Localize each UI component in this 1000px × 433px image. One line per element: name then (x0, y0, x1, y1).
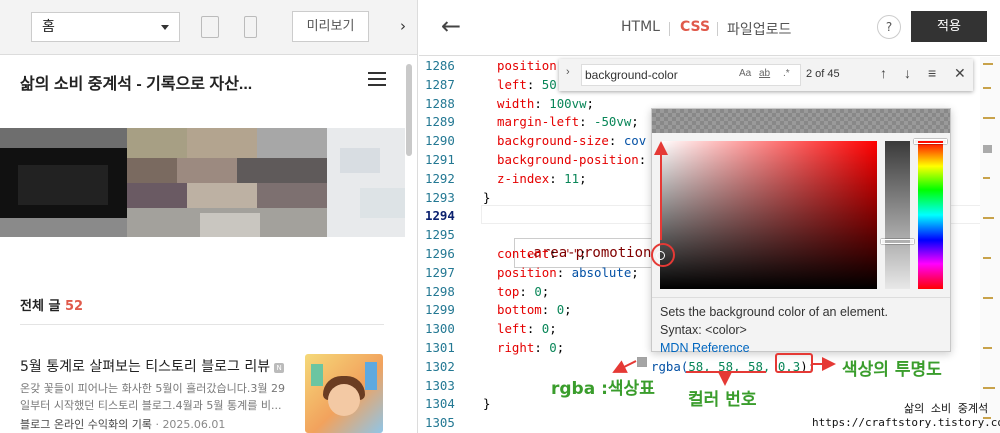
color-number-annotation: 컬러 번호 (688, 390, 757, 410)
page-select-value: 홈 (42, 19, 55, 35)
help-icon[interactable]: ? (877, 15, 901, 39)
code-line: left: 50 (497, 76, 557, 92)
line-number: 1290 (425, 133, 455, 149)
line-number-gutter: 1286 1287 1288 1289 1290 1291 1292 1293 … (419, 57, 471, 433)
divider (20, 324, 384, 325)
post-category[interactable]: 블로그 온라인 수익화의 기록 (20, 418, 152, 431)
credit-url: https://craftstory.tistory.com/ (812, 416, 1000, 429)
color-picker: Sets the background color of an element.… (651, 108, 951, 355)
preview-scrollbar[interactable] (406, 64, 412, 156)
chevron-down-icon (161, 25, 169, 30)
property-syntax: Syntax: <color> (660, 323, 747, 337)
line-number: 1288 (425, 95, 455, 111)
page-select[interactable]: 홈 (31, 12, 180, 42)
collapse-chevron-icon[interactable]: › (392, 14, 414, 38)
inline-color-swatch[interactable] (637, 357, 647, 367)
post-title[interactable]: 5월 통계로 살펴보는 티스토리 블로그 리뷰 N (20, 356, 285, 376)
code-line: background-size: cov (497, 133, 647, 149)
preview-toolbar: 홈 미리보기 › (0, 0, 417, 55)
post-count-number: 52 (64, 299, 84, 314)
back-arrow-icon[interactable]: ← (441, 14, 461, 38)
next-match-icon[interactable]: ↓ (904, 65, 911, 81)
replace-toggle-icon[interactable]: › (566, 66, 570, 78)
preview-pane: 홈 미리보기 › 삶의 소비 중계석 - 기록으로 자산... 전체 글 52 … (0, 0, 418, 433)
line-number: 1299 (425, 302, 455, 318)
code-line: z-index: 11; (497, 170, 587, 186)
line-number: 1287 (425, 76, 455, 92)
code-line: bottom: 0; (497, 302, 572, 318)
blurred-banner-image (0, 128, 405, 237)
line-number: 1302 (425, 358, 455, 374)
line-number-current: 1294 (425, 208, 455, 224)
editor-toolbar: ← HTML CSS 파일업로드 ? 적용 (419, 0, 1000, 56)
code-line: width: 100vw; (497, 95, 595, 111)
opacity-slider[interactable] (885, 141, 910, 289)
code-line: top: 0; (497, 283, 550, 299)
previous-match-icon[interactable]: ↑ (880, 65, 887, 81)
post-count: 전체 글 52 (20, 295, 83, 314)
whole-word-toggle[interactable]: ab (759, 68, 770, 79)
rgba-annotation: rgba :색상표 (551, 379, 655, 399)
line-number: 1298 (425, 283, 455, 299)
opacity-slider-thumb[interactable] (881, 239, 914, 244)
code-line: position (497, 58, 557, 73)
hue-slider[interactable] (918, 141, 943, 289)
new-badge: N (274, 363, 285, 373)
mdn-reference-link[interactable]: MDN Reference (660, 341, 750, 355)
code-line: } (483, 189, 491, 205)
post-thumbnail[interactable] (305, 354, 383, 433)
tablet-view-icon[interactable] (201, 16, 219, 38)
post-title-text: 5월 통계로 살펴보는 티스토리 블로그 리뷰 (20, 359, 271, 375)
apply-button[interactable]: 적용 (911, 11, 987, 42)
match-case-toggle[interactable]: Aa (739, 68, 751, 79)
find-widget: › background-color Aa ab .* 2 of 45 ↑ ↓ … (559, 59, 973, 91)
line-number: 1300 (425, 321, 455, 337)
transparency-annotation: 색상의 투명도 (842, 360, 942, 380)
screen: 홈 미리보기 › 삶의 소비 중계석 - 기록으로 자산... 전체 글 52 … (0, 0, 1000, 433)
close-icon[interactable]: ✕ (954, 65, 966, 82)
post-meta: 블로그 온라인 수익화의 기록 · 2025.06.01 (20, 418, 226, 431)
regex-toggle[interactable]: .* (783, 68, 790, 79)
picker-cursor-highlight (651, 243, 675, 267)
line-number: 1286 (425, 58, 455, 73)
saturation-area[interactable] (660, 141, 877, 289)
code-line: content: ''; (497, 246, 587, 261)
alpha-highlight-box (775, 353, 813, 373)
property-description: Sets the background color of an element. (660, 305, 888, 319)
credit-name: 삶의 소비 중계석 (904, 402, 989, 415)
code-line: position: absolute; (497, 264, 639, 280)
post-date: 2025.06.01 (162, 418, 226, 431)
mobile-view-icon[interactable] (244, 16, 257, 38)
code-line: } (483, 396, 491, 412)
line-number: 1305 (425, 415, 455, 431)
blog-title[interactable]: 삶의 소비 중계석 - 기록으로 자산... (20, 70, 252, 94)
line-number: 1293 (425, 189, 455, 205)
line-number: 1303 (425, 377, 455, 393)
find-in-selection-icon[interactable]: ≡ (928, 65, 936, 81)
line-number: 1289 (425, 114, 455, 130)
code-line: background-position: (497, 152, 647, 167)
line-number: 1297 (425, 264, 455, 280)
hue-slider-thumb[interactable] (914, 139, 947, 144)
code-line: margin-left: -50vw; (497, 114, 639, 130)
code-line: right: 0; (497, 340, 565, 355)
tab-css[interactable]: CSS (680, 19, 710, 35)
color-preview-swatch[interactable] (652, 109, 950, 133)
tab-file-upload[interactable]: 파일업로드 (727, 19, 791, 39)
preview-button[interactable]: 미리보기 (292, 11, 369, 42)
editor-minimap[interactable] (980, 57, 1000, 433)
code-line: left: 0; (497, 321, 557, 337)
line-number: 1296 (425, 246, 455, 261)
line-number: 1304 (425, 396, 455, 412)
post-excerpt: 온갖 꽃들이 피어나는 화사한 5월이 흘러갔습니다.3월 29일부터 시작했던… (20, 382, 285, 412)
menu-icon[interactable] (368, 72, 386, 86)
line-number: 1295 (425, 227, 455, 243)
line-number: 1292 (425, 170, 455, 186)
line-number: 1301 (425, 340, 455, 355)
line-number: 1291 (425, 152, 455, 167)
tab-html[interactable]: HTML (621, 19, 660, 35)
post-count-label: 전체 글 (20, 299, 61, 314)
match-count: 2 of 45 (806, 68, 840, 80)
